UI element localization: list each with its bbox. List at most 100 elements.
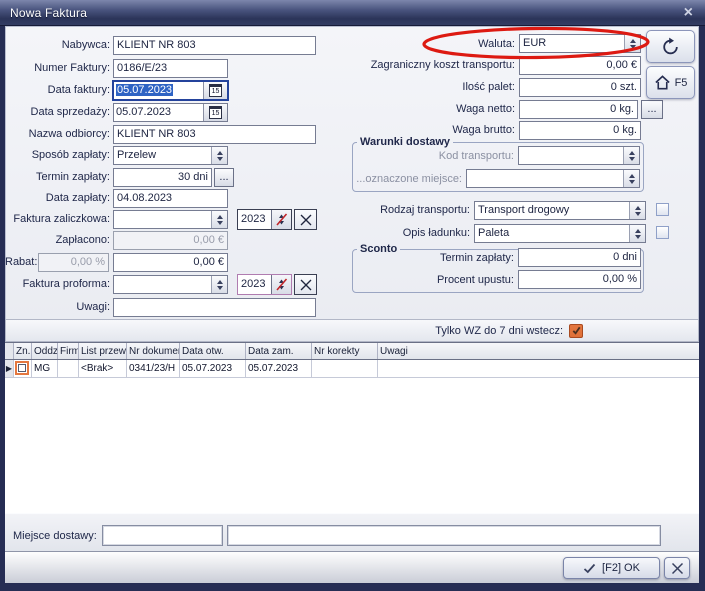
numer-faktury-label: Numer Faktury: xyxy=(5,59,110,78)
spinner-icon[interactable] xyxy=(629,225,645,242)
faktura-zaliczkowa-select[interactable] xyxy=(113,210,228,229)
home-f5-button[interactable]: F5 xyxy=(646,66,695,99)
opis-ladunku-checkbox[interactable] xyxy=(656,226,669,239)
koszt-transportu-input[interactable]: 0,00 € xyxy=(519,56,641,75)
termin-zaplaty-input[interactable]: 30 dni xyxy=(113,168,212,187)
zaliczkowa-year-input[interactable]: 2023 xyxy=(237,209,292,230)
rodzaj-transportu-checkbox[interactable] xyxy=(656,203,669,216)
miejsce-dostawy-label: Miejsce dostawy: xyxy=(13,527,101,546)
bottom-button-bar: [F2] OK xyxy=(5,551,699,583)
spinner-icon[interactable] xyxy=(211,276,227,293)
footer-panel: Miejsce dostawy: xyxy=(5,513,699,551)
waga-netto-input[interactable]: 0 kg. xyxy=(519,100,638,119)
uwagi-input[interactable] xyxy=(113,298,316,317)
data-faktury-input[interactable]: 05.07.2023 15 xyxy=(112,80,229,101)
cancel-button[interactable] xyxy=(664,557,690,579)
table-row[interactable]: ▶ MG <Brak> 0341/23/H 05.07.2023 05.07.2… xyxy=(5,360,699,378)
spinner-icon[interactable] xyxy=(624,35,640,52)
opis-ladunku-label: Opis ładunku: xyxy=(356,224,470,243)
data-zaplaty-label: Data zapłaty: xyxy=(5,189,110,208)
selected-date-text: 05.07.2023 xyxy=(116,84,173,96)
col-nr-korekty[interactable]: Nr korekty xyxy=(312,343,378,359)
ok-button[interactable]: [F2] OK xyxy=(563,557,660,579)
wz-table: Zn. Oddz. Firma List przew. Nr dokumentu… xyxy=(5,342,699,513)
spinner-icon[interactable] xyxy=(623,147,639,164)
waluta-label: Waluta: xyxy=(340,35,515,54)
col-oddz[interactable]: Oddz. xyxy=(32,343,58,359)
marker-column-header xyxy=(5,343,14,359)
rodzaj-transportu-select[interactable]: Transport drogowy xyxy=(474,201,646,220)
calendar-icon: 15 xyxy=(209,106,222,119)
col-zn[interactable]: Zn. xyxy=(14,343,32,359)
sposob-zaplaty-select[interactable]: Przelew xyxy=(113,146,228,165)
rabat-amount-input[interactable]: 0,00 € xyxy=(113,253,228,272)
nazwa-odbiorcy-input[interactable]: KLIENT NR 803 xyxy=(113,125,316,144)
waluta-select[interactable]: EUR xyxy=(519,34,641,53)
calendar-button[interactable]: 15 xyxy=(203,82,227,99)
zaplacono-input: 0,00 € xyxy=(113,231,228,250)
termin-more-button[interactable]: ... xyxy=(214,168,234,187)
data-faktury-label: Data faktury: xyxy=(5,81,110,100)
row-zn-checkbox[interactable] xyxy=(15,361,29,375)
kod-transportu-select[interactable] xyxy=(518,146,640,165)
oznaczone-miejsce-label: ...oznaczone miejsce: xyxy=(356,170,462,189)
proforma-clear-icon[interactable] xyxy=(294,274,317,295)
opis-ladunku-select[interactable]: Paleta xyxy=(474,224,646,243)
year-arrows-icon[interactable] xyxy=(271,275,291,294)
ilosc-palet-input[interactable]: 0 szt. xyxy=(519,78,641,97)
col-data-zam[interactable]: Data zam. xyxy=(246,343,312,359)
waga-netto-label: Waga netto: xyxy=(340,100,515,119)
col-firma[interactable]: Firma xyxy=(58,343,79,359)
proforma-year-input[interactable]: 2023 xyxy=(237,274,292,295)
cell-nr-korekty xyxy=(312,360,378,377)
spinner-icon[interactable] xyxy=(211,147,227,164)
wz-filter-checkbox[interactable] xyxy=(569,324,583,338)
miejsce-dostawy-address-input[interactable] xyxy=(227,525,661,546)
wz-table-header: Zn. Oddz. Firma List przew. Nr dokumentu… xyxy=(5,343,699,360)
waga-netto-more-button[interactable]: ... xyxy=(641,100,663,119)
calendar-button[interactable]: 15 xyxy=(203,104,227,121)
nabywca-input[interactable]: KLIENT NR 803 xyxy=(113,36,316,55)
procent-upustu-input[interactable]: 0,00 % xyxy=(518,270,641,289)
ok-button-label: [F2] OK xyxy=(602,562,640,574)
data-zaplaty-input[interactable]: 04.08.2023 xyxy=(113,189,228,208)
termin-zaplaty-label: Termin zapłaty: xyxy=(5,168,110,187)
oznaczone-miejsce-select[interactable] xyxy=(466,169,640,188)
zaliczkowa-clear-icon[interactable] xyxy=(294,209,317,230)
data-sprzedazy-input[interactable]: 05.07.2023 15 xyxy=(113,103,228,122)
nowa-faktura-dialog: Nowa Faktura × Nabywca: KLIENT NR 803 Nu… xyxy=(0,0,705,591)
faktura-proforma-label: Faktura proforma: xyxy=(5,275,110,294)
col-data-otw[interactable]: Data otw. xyxy=(180,343,246,359)
f5-label: F5 xyxy=(675,77,688,89)
sconto-termin-input[interactable]: 0 dni xyxy=(518,248,641,267)
close-icon[interactable]: × xyxy=(684,3,693,23)
spinner-icon[interactable] xyxy=(211,211,227,228)
data-sprzedazy-value: 05.07.2023 xyxy=(114,104,203,121)
ilosc-palet-label: Ilość palet: xyxy=(340,78,515,97)
faktura-proforma-select[interactable] xyxy=(113,275,228,294)
uwagi-label: Uwagi: xyxy=(5,298,110,317)
sposob-zaplaty-label: Sposób zapłaty: xyxy=(5,146,110,165)
titlebar: Nowa Faktura × xyxy=(0,0,705,26)
rabat-label: Rabat: xyxy=(5,253,35,272)
wz-filter-label: Tylko WZ do 7 dni wstecz: xyxy=(435,325,563,337)
close-icon xyxy=(671,562,684,575)
refresh-button[interactable] xyxy=(646,30,695,63)
procent-upustu-label: Procent upustu: xyxy=(380,271,514,290)
col-nr-dokumentu[interactable]: Nr dokumentu xyxy=(127,343,180,359)
cell-uwagi xyxy=(378,360,699,377)
col-list-przew[interactable]: List przew. xyxy=(79,343,127,359)
check-icon xyxy=(571,325,582,336)
spinner-icon[interactable] xyxy=(623,170,639,187)
col-uwagi[interactable]: Uwagi xyxy=(378,343,699,359)
miejsce-dostawy-code-input[interactable] xyxy=(102,525,223,546)
year-arrows-icon[interactable] xyxy=(271,210,291,229)
cell-data-otw: 05.07.2023 xyxy=(180,360,246,377)
zaplacono-label: Zapłacono: xyxy=(5,231,110,250)
numer-faktury-input[interactable]: 0186/E/23 xyxy=(113,59,228,78)
spinner-icon[interactable] xyxy=(629,202,645,219)
data-sprzedazy-label: Data sprzedaży: xyxy=(5,103,110,122)
cell-list-przew: <Brak> xyxy=(79,360,127,377)
faktura-zaliczkowa-label: Faktura zaliczkowa: xyxy=(5,210,110,229)
window-title: Nowa Faktura xyxy=(10,6,87,20)
